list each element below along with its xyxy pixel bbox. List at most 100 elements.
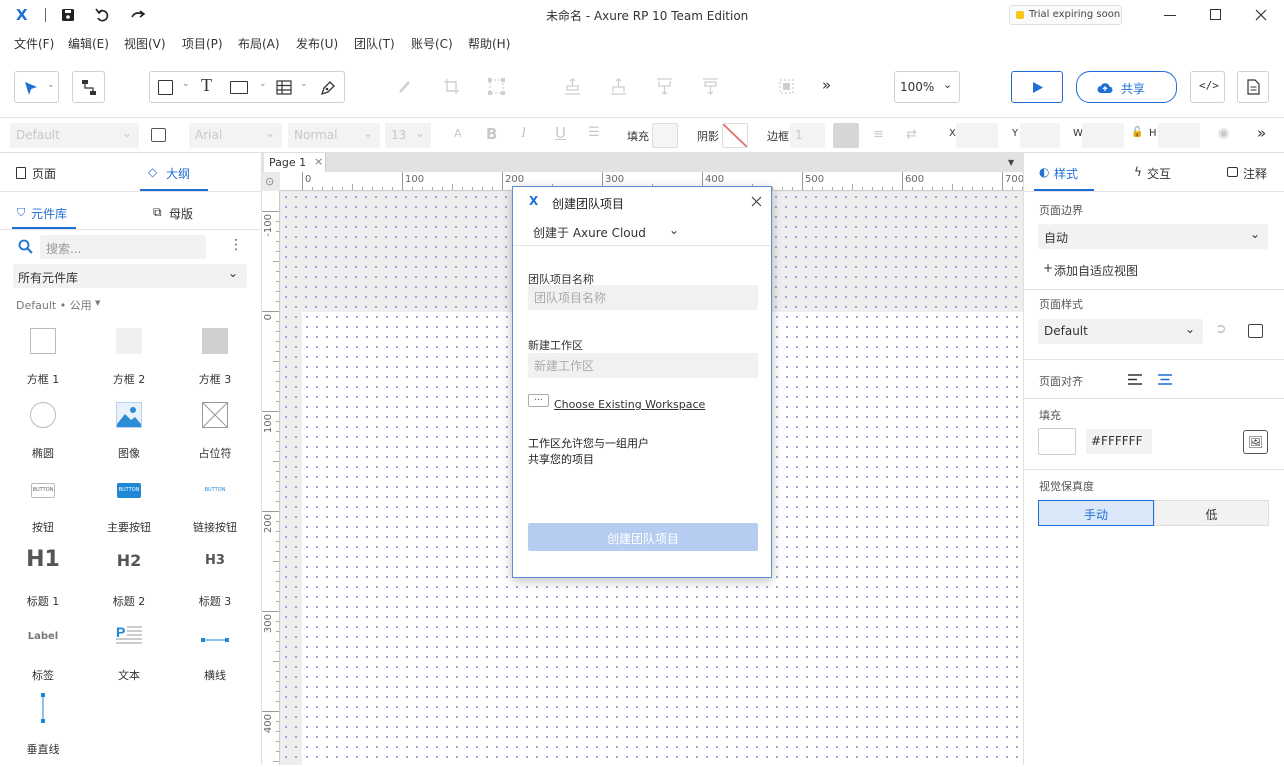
search-input[interactable]: 搜索...: [40, 235, 206, 259]
widget-box1[interactable]: 方框 1: [0, 323, 86, 397]
more-options-icon[interactable]: ⋮: [229, 237, 243, 253]
y-input[interactable]: [1020, 123, 1060, 148]
tab-list-icon[interactable]: ▼: [1008, 158, 1014, 167]
page-tab[interactable]: Page 1 ×: [264, 153, 326, 172]
weight-select[interactable]: Normal ⌄: [288, 123, 380, 148]
menu-project[interactable]: 项目(P): [182, 35, 223, 52]
fill-color-input[interactable]: #FFFFFF: [1086, 429, 1152, 454]
align-left-icon[interactable]: [1128, 374, 1142, 385]
border-color-swatch[interactable]: [833, 123, 859, 148]
more-format-icon[interactable]: »: [1257, 124, 1266, 142]
h-input[interactable]: [1158, 123, 1200, 148]
close-tab-icon[interactable]: ×: [314, 155, 323, 168]
style-edit-icon[interactable]: [151, 128, 166, 142]
widget-hline[interactable]: 横线: [172, 619, 258, 693]
chevron-down-icon[interactable]: ⌄: [182, 79, 190, 89]
widget-ellipse[interactable]: 椭圆: [0, 397, 86, 471]
menu-help[interactable]: 帮助(H): [468, 35, 510, 52]
size-select[interactable]: 13 ⌄: [385, 123, 431, 148]
create-project-button[interactable]: 创建团队项目: [528, 523, 758, 551]
menu-team[interactable]: 团队(T): [354, 35, 395, 52]
bring-front-icon[interactable]: [563, 77, 582, 96]
font-select[interactable]: Arial ⌄: [189, 123, 282, 148]
project-name-input[interactable]: 团队项目名称: [528, 285, 758, 310]
widget-h3[interactable]: H3 标题 3: [172, 545, 258, 619]
ellipsis-icon[interactable]: ...: [528, 394, 549, 407]
widget-h2[interactable]: H2 标题 2: [86, 545, 172, 619]
close-icon[interactable]: [751, 196, 762, 207]
maximize-icon[interactable]: [1210, 9, 1221, 20]
page-style-select[interactable]: Default ⌄: [1038, 319, 1203, 344]
widget-primary-button[interactable]: BUTTON 主要按钮: [86, 471, 172, 545]
send-backward-icon[interactable]: [655, 77, 674, 96]
preview-button[interactable]: [1011, 71, 1063, 103]
format-painter-icon[interactable]: [397, 78, 413, 95]
minimize-icon[interactable]: [1164, 15, 1176, 16]
border-width-input[interactable]: 1: [790, 123, 825, 148]
widget-vline[interactable]: 垂直线: [0, 693, 86, 767]
apply-style-icon[interactable]: ➲: [1215, 321, 1227, 337]
rectangle-tool-icon[interactable]: [158, 80, 173, 95]
fidelity-manual-button[interactable]: 手动: [1038, 500, 1154, 526]
ruler-corner-icon[interactable]: ⊙: [265, 175, 274, 188]
add-adaptive-view-link[interactable]: + 添加自适应视图: [1043, 261, 1163, 278]
menu-file[interactable]: 文件(F): [14, 35, 54, 52]
widget-image[interactable]: 图像: [86, 397, 172, 471]
shadow-swatch[interactable]: [722, 123, 748, 148]
widget-box2[interactable]: 方框 2: [86, 323, 172, 397]
w-input[interactable]: [1082, 123, 1124, 148]
align-center-icon[interactable]: [1158, 374, 1172, 385]
menu-edit[interactable]: 编辑(E): [68, 35, 109, 52]
edit-page-style-icon[interactable]: [1248, 324, 1263, 338]
menu-publish[interactable]: 发布(U): [296, 35, 338, 52]
widget-button[interactable]: BUTTON 按钮: [0, 471, 86, 545]
crop-icon[interactable]: [443, 78, 460, 95]
hotspot-tool-icon[interactable]: [230, 81, 248, 94]
library-select[interactable]: 所有元件库 ⌄: [13, 264, 247, 288]
widget-link-button[interactable]: BUTTON 链接按钮: [172, 471, 258, 545]
widget-paragraph[interactable]: P 文本: [86, 619, 172, 693]
pen-tool-icon[interactable]: [320, 79, 337, 96]
code-button[interactable]: </>: [1190, 71, 1225, 103]
border-style-icon[interactable]: ≡: [873, 127, 884, 142]
widget-placeholder[interactable]: 占位符: [172, 397, 258, 471]
bold-icon[interactable]: B: [486, 125, 497, 143]
save-icon[interactable]: [61, 8, 75, 22]
fill-color-swatch[interactable]: [1038, 428, 1076, 455]
trial-badge[interactable]: Trial expiring soon: [1009, 5, 1122, 25]
send-back-icon[interactable]: [701, 77, 720, 96]
fill-image-icon[interactable]: 🖼: [1243, 430, 1268, 454]
widget-h1[interactable]: H1 标题 1: [0, 545, 86, 619]
table-tool-icon[interactable]: [276, 80, 292, 95]
document-button[interactable]: [1237, 71, 1269, 103]
share-button[interactable]: 共享: [1076, 71, 1177, 103]
select-tool-button[interactable]: ⌄: [14, 71, 59, 103]
style-select[interactable]: Default ⌄: [10, 123, 139, 148]
menu-account[interactable]: 账号(C): [411, 35, 453, 52]
list-icon[interactable]: ☰: [588, 125, 600, 140]
group-icon[interactable]: [777, 77, 796, 96]
chevron-down-icon[interactable]: ⌄: [300, 79, 308, 89]
zoom-select[interactable]: 100% ⌄: [894, 71, 960, 103]
more-tools-icon[interactable]: »: [822, 76, 831, 94]
italic-icon[interactable]: I: [521, 125, 526, 142]
menu-view[interactable]: 视图(V): [124, 35, 166, 52]
choose-workspace-link[interactable]: Choose Existing Workspace: [554, 398, 705, 411]
underline-icon[interactable]: U: [555, 124, 566, 142]
visibility-icon[interactable]: ◉: [1218, 126, 1229, 141]
redo-icon[interactable]: [130, 8, 146, 22]
chevron-down-icon[interactable]: ⌄: [259, 79, 267, 89]
x-input[interactable]: [956, 123, 998, 148]
bring-forward-icon[interactable]: [609, 77, 628, 96]
menu-arrange[interactable]: 布局(A): [238, 35, 280, 52]
transform-icon[interactable]: [487, 77, 506, 96]
widget-box3[interactable]: 方框 3: [172, 323, 258, 397]
text-tool-icon[interactable]: T: [201, 75, 212, 96]
close-window-icon[interactable]: [1255, 9, 1267, 21]
widget-label[interactable]: Label 标签: [0, 619, 86, 693]
connector-tool-button[interactable]: [72, 71, 105, 103]
fill-swatch[interactable]: [652, 123, 678, 148]
undo-icon[interactable]: [95, 8, 110, 22]
font-color-icon[interactable]: A: [454, 127, 462, 140]
fidelity-low-button[interactable]: 低: [1154, 500, 1269, 526]
